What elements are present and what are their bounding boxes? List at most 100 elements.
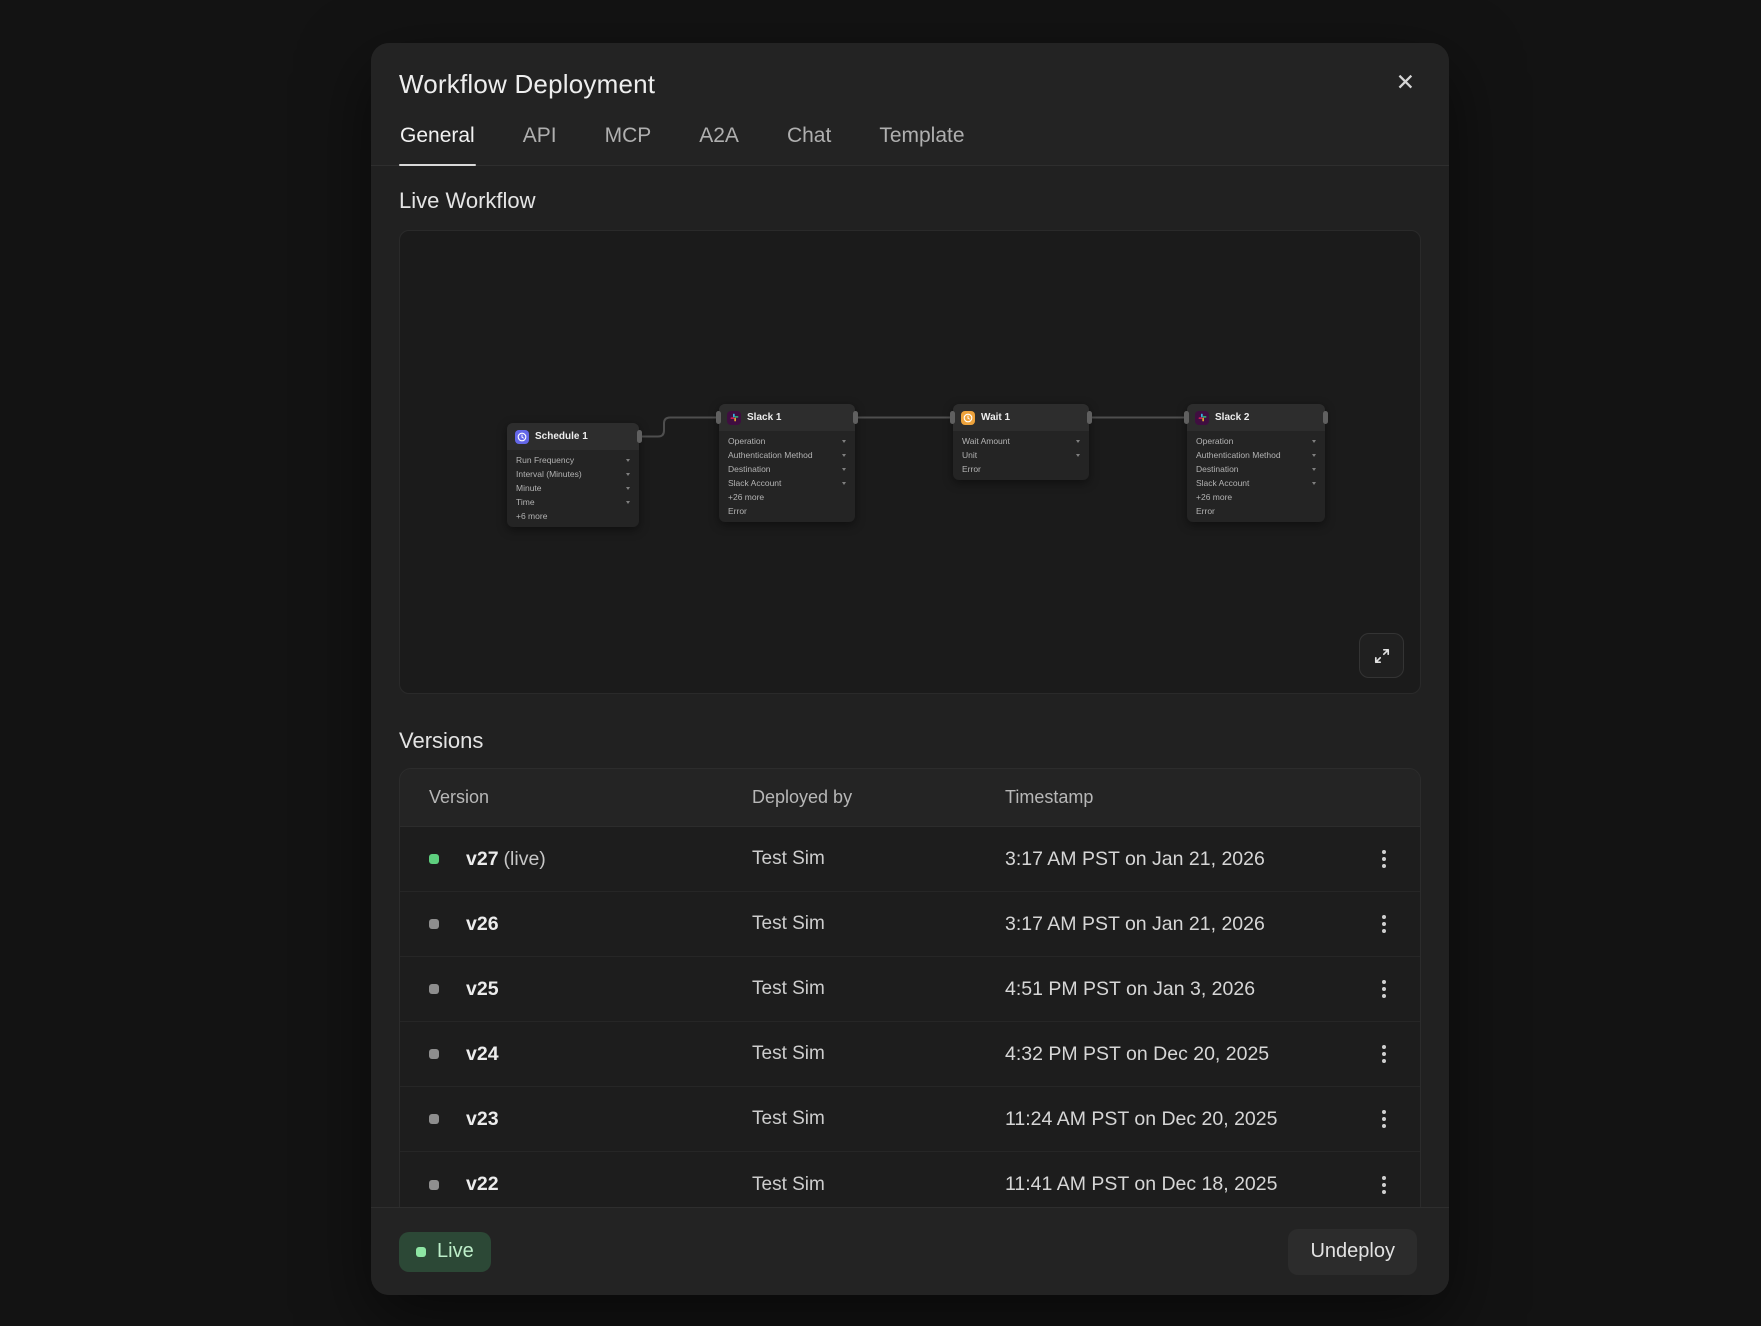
live-status-badge: Live [399, 1232, 491, 1272]
node-field[interactable]: Run Frequency [507, 453, 639, 467]
node-title: Slack 1 [747, 412, 781, 423]
node-field[interactable]: +26 more [1187, 490, 1325, 504]
workflow-node-schedule-1[interactable]: Schedule 1 Run Frequency Interval (Minut… [507, 423, 639, 527]
workflow-deployment-dialog: Workflow Deployment ✕ General API MCP A2… [371, 43, 1449, 1295]
node-field-label: +26 more [1196, 492, 1232, 502]
node-field-label: +6 more [516, 511, 547, 521]
row-menu-button[interactable] [1372, 1109, 1396, 1129]
clock-icon [515, 430, 529, 444]
node-field[interactable]: Operation [1187, 434, 1325, 448]
version-status-dot [429, 854, 439, 864]
kebab-menu-icon [1382, 1052, 1386, 1056]
expand-canvas-button[interactable] [1359, 633, 1404, 678]
chevron-down-icon [1312, 454, 1316, 457]
node-field-label: Error [728, 506, 747, 516]
table-row: v25 Test Sim 4:51 PM PST on Jan 3, 2026 [400, 957, 1420, 1022]
column-header-timestamp: Timestamp [1005, 787, 1356, 808]
dialog-header: Workflow Deployment ✕ General API MCP A2… [371, 43, 1449, 166]
row-menu-button[interactable] [1372, 914, 1396, 934]
version-label: v27 [466, 848, 499, 870]
chevron-down-icon [1312, 482, 1316, 485]
node-field[interactable]: Interval (Minutes) [507, 467, 639, 481]
tab-general[interactable]: General [399, 118, 476, 165]
node-field[interactable]: Slack Account [719, 476, 855, 490]
tab-a2a[interactable]: A2A [698, 118, 740, 165]
version-label: v26 [466, 913, 499, 935]
chevron-down-icon [1312, 440, 1316, 443]
output-handle[interactable] [637, 430, 642, 443]
table-row: v26 Test Sim 3:17 AM PST on Jan 21, 2026 [400, 892, 1420, 957]
undeploy-button[interactable]: Undeploy [1288, 1229, 1417, 1275]
node-field-label: Operation [1196, 436, 1233, 446]
node-field[interactable]: +26 more [719, 490, 855, 504]
node-field-label: Interval (Minutes) [516, 469, 582, 479]
node-field-label: +26 more [728, 492, 764, 502]
workflow-node-slack-2[interactable]: Slack 2 Operation Authentication Method [1187, 404, 1325, 522]
workflow-node-wait-1[interactable]: Wait 1 Wait Amount Unit [953, 404, 1089, 480]
chevron-down-icon [626, 459, 630, 462]
tab-mcp[interactable]: MCP [604, 118, 653, 165]
node-field[interactable]: +6 more [507, 509, 639, 523]
chevron-down-icon [842, 482, 846, 485]
tab-chat[interactable]: Chat [786, 118, 832, 165]
node-field-label: Wait Amount [962, 436, 1010, 446]
versions-table-header: Version Deployed by Timestamp [400, 769, 1420, 827]
live-status-label: Live [437, 1240, 474, 1263]
workflow-canvas[interactable]: Schedule 1 Run Frequency Interval (Minut… [399, 230, 1421, 694]
close-button[interactable]: ✕ [1392, 69, 1419, 96]
clock-icon [961, 411, 975, 425]
input-handle[interactable] [950, 411, 955, 424]
version-status-dot [429, 1180, 439, 1190]
version-label: v24 [466, 1043, 499, 1065]
row-menu-button[interactable] [1372, 1044, 1396, 1064]
expand-icon [1372, 646, 1392, 666]
node-field[interactable]: Error [1187, 504, 1325, 518]
node-field[interactable]: Minute [507, 481, 639, 495]
node-field[interactable]: Error [719, 504, 855, 518]
node-title: Schedule 1 [535, 431, 588, 442]
live-status-dot [416, 1247, 426, 1257]
version-status-dot [429, 919, 439, 929]
row-menu-button[interactable] [1372, 979, 1396, 999]
node-field[interactable]: Authentication Method [1187, 448, 1325, 462]
row-menu-button[interactable] [1372, 1175, 1396, 1195]
tab-bar: General API MCP A2A Chat Template [371, 118, 1449, 165]
node-field[interactable]: Operation [719, 434, 855, 448]
node-field[interactable]: Slack Account [1187, 476, 1325, 490]
output-handle[interactable] [1087, 411, 1092, 424]
node-title: Wait 1 [981, 412, 1010, 423]
node-field-label: Operation [728, 436, 765, 446]
node-field-label: Destination [728, 464, 771, 474]
row-menu-button[interactable] [1372, 849, 1396, 869]
table-row: v24 Test Sim 4:32 PM PST on Dec 20, 2025 [400, 1022, 1420, 1087]
kebab-menu-icon [1382, 987, 1386, 991]
close-icon: ✕ [1396, 69, 1415, 95]
node-field[interactable]: Destination [719, 462, 855, 476]
timestamp-value: 3:17 AM PST on Jan 21, 2026 [1005, 913, 1356, 936]
workflow-node-slack-1[interactable]: Slack 1 Operation Authentication Method [719, 404, 855, 522]
deployed-by-value: Test Sim [752, 1108, 1005, 1130]
version-status-dot [429, 984, 439, 994]
node-field-label: Time [516, 497, 535, 507]
chevron-down-icon [1312, 468, 1316, 471]
tab-template[interactable]: Template [878, 118, 965, 165]
tab-api[interactable]: API [522, 118, 558, 165]
dialog-footer: Live Undeploy [371, 1207, 1449, 1295]
node-field[interactable]: Destination [1187, 462, 1325, 476]
kebab-menu-icon [1382, 857, 1386, 861]
node-field[interactable]: Error [953, 462, 1089, 476]
input-handle[interactable] [1184, 411, 1189, 424]
node-field-label: Error [1196, 506, 1215, 516]
chevron-down-icon [626, 487, 630, 490]
node-field[interactable]: Wait Amount [953, 434, 1089, 448]
input-handle[interactable] [716, 411, 721, 424]
node-field[interactable]: Unit [953, 448, 1089, 462]
version-status-dot [429, 1049, 439, 1059]
versions-table-body: v27(live) Test Sim 3:17 AM PST on Jan 21… [400, 827, 1420, 1207]
chevron-down-icon [842, 454, 846, 457]
node-field[interactable]: Time [507, 495, 639, 509]
versions-table: Version Deployed by Timestamp v27(live) … [399, 768, 1421, 1207]
node-field[interactable]: Authentication Method [719, 448, 855, 462]
output-handle[interactable] [853, 411, 858, 424]
output-handle[interactable] [1323, 411, 1328, 424]
